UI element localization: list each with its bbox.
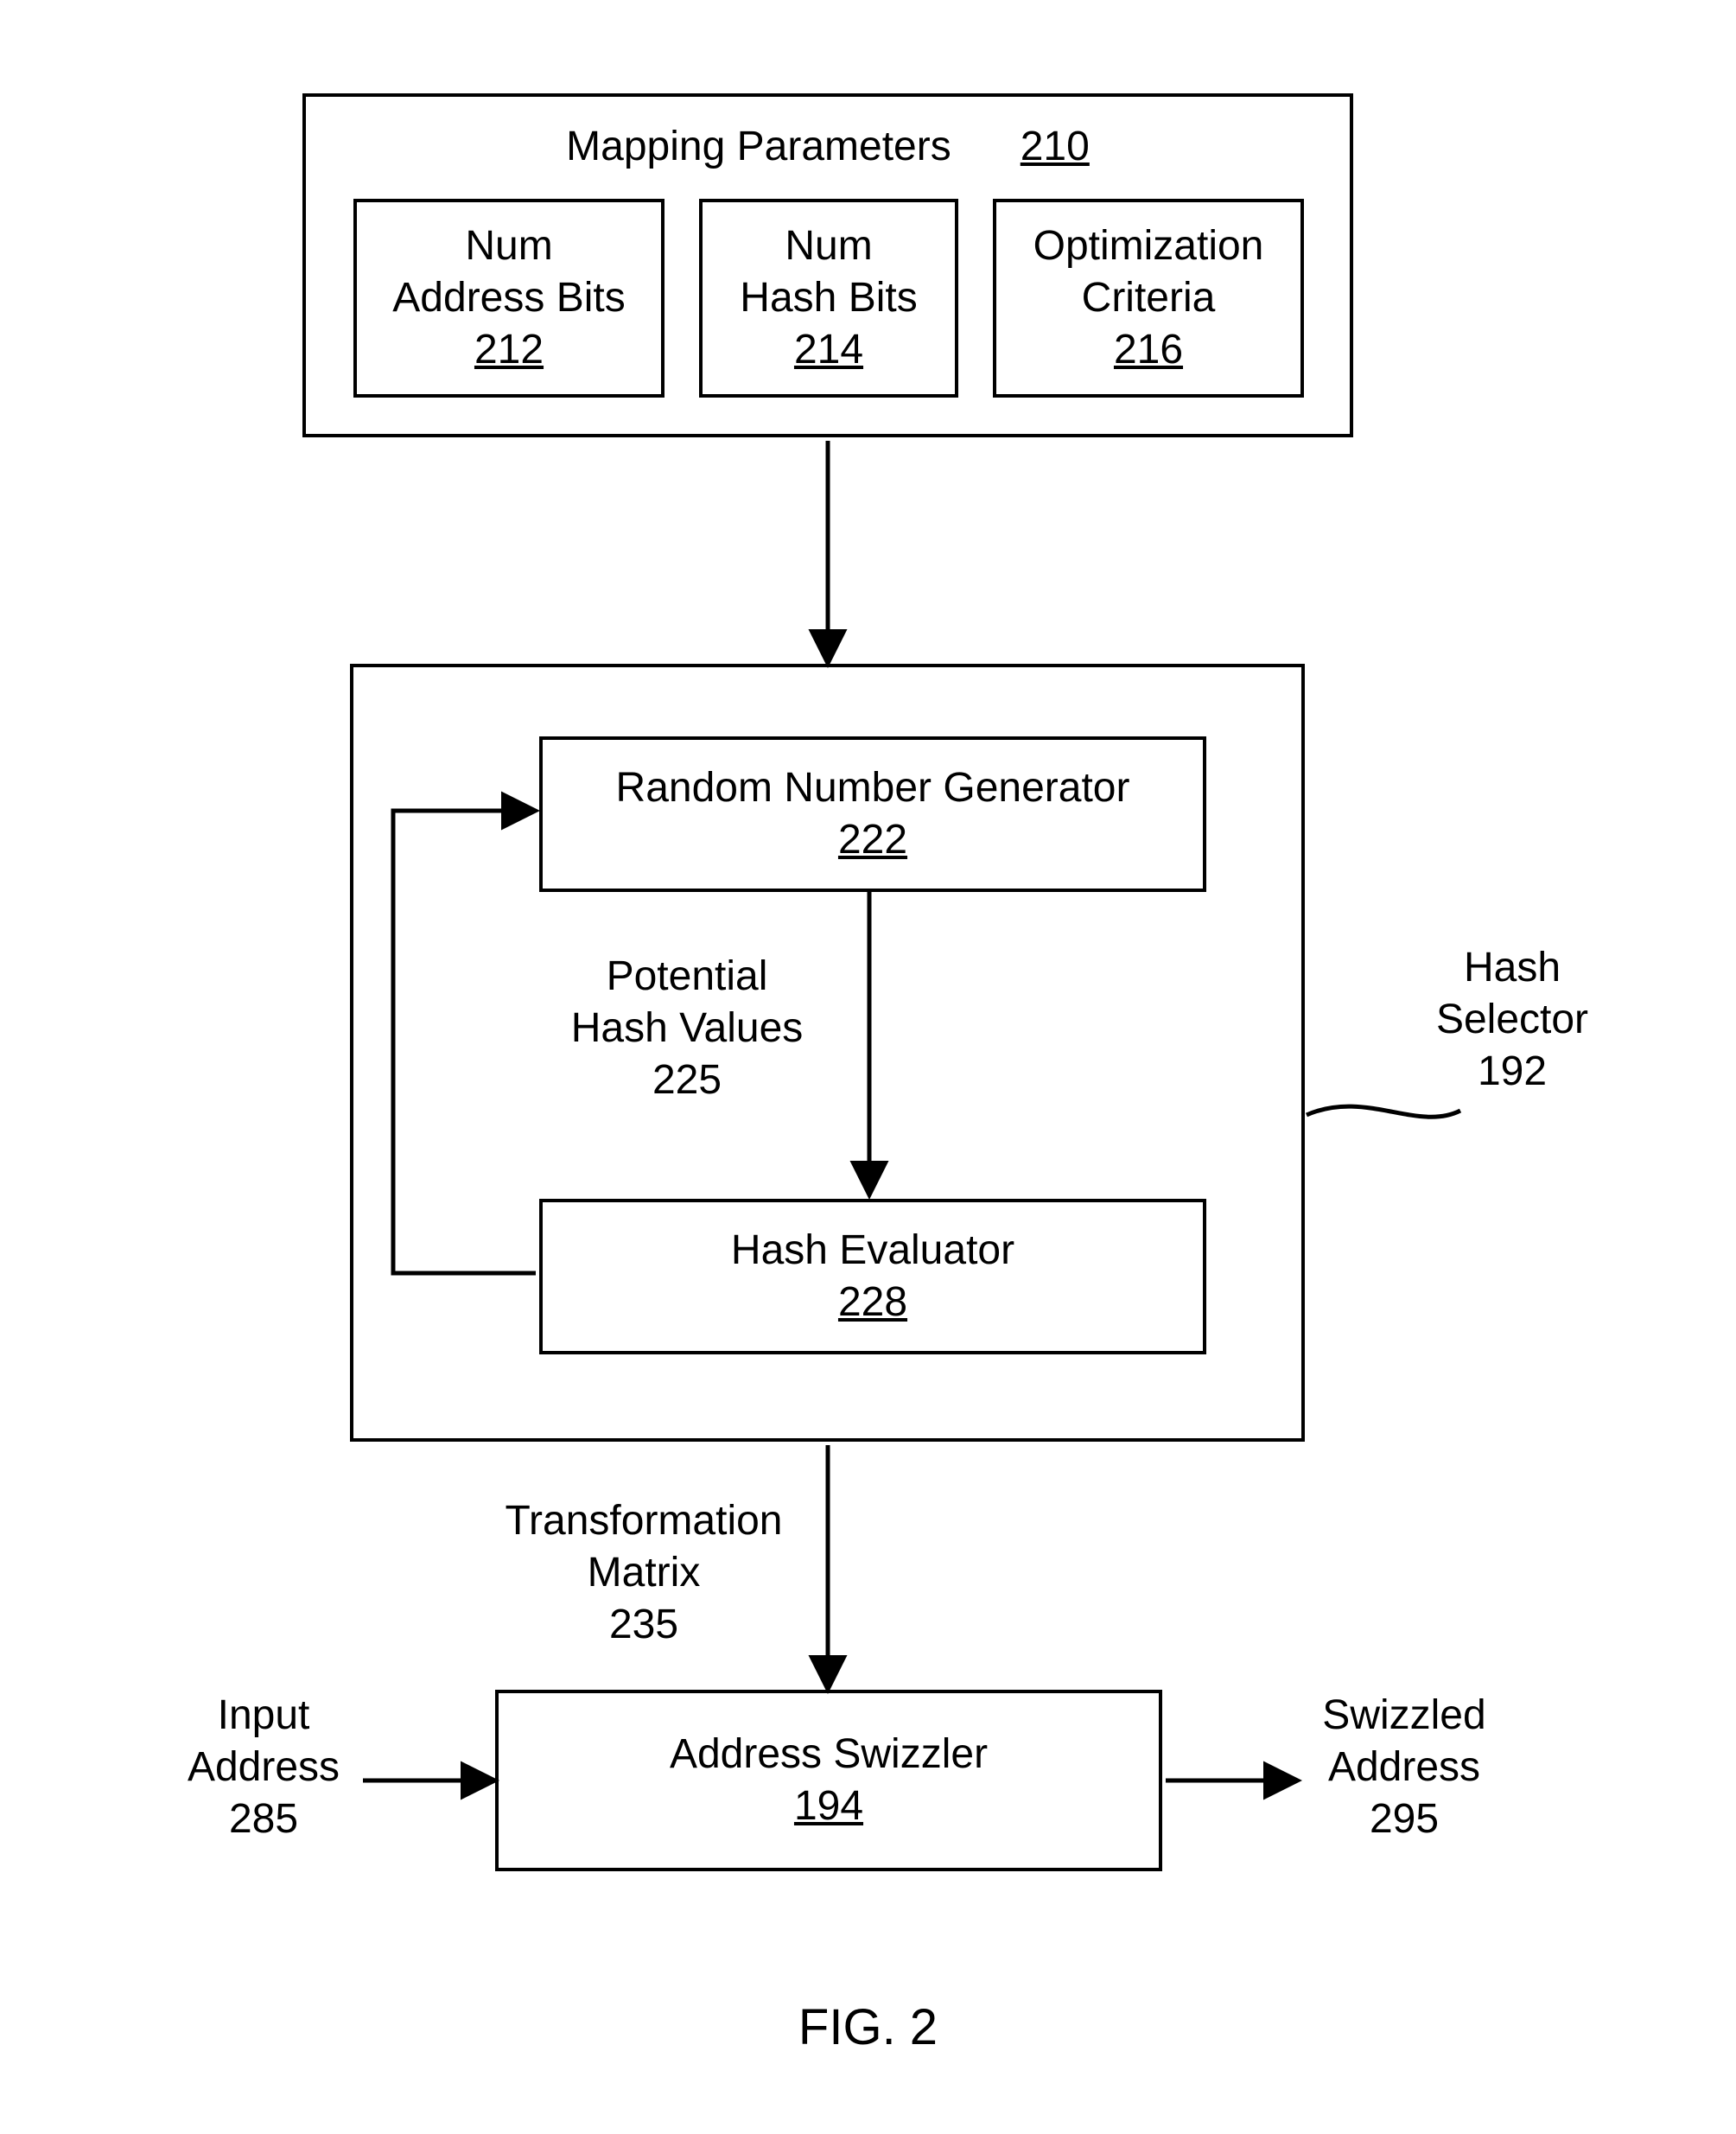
connectors-overlay <box>0 0 1736 2134</box>
leader-hash-selector <box>1307 1106 1460 1117</box>
feedback-evaluator-to-rng <box>393 811 536 1273</box>
diagram-canvas: Mapping Parameters 210 Num Address Bits … <box>0 0 1736 2134</box>
